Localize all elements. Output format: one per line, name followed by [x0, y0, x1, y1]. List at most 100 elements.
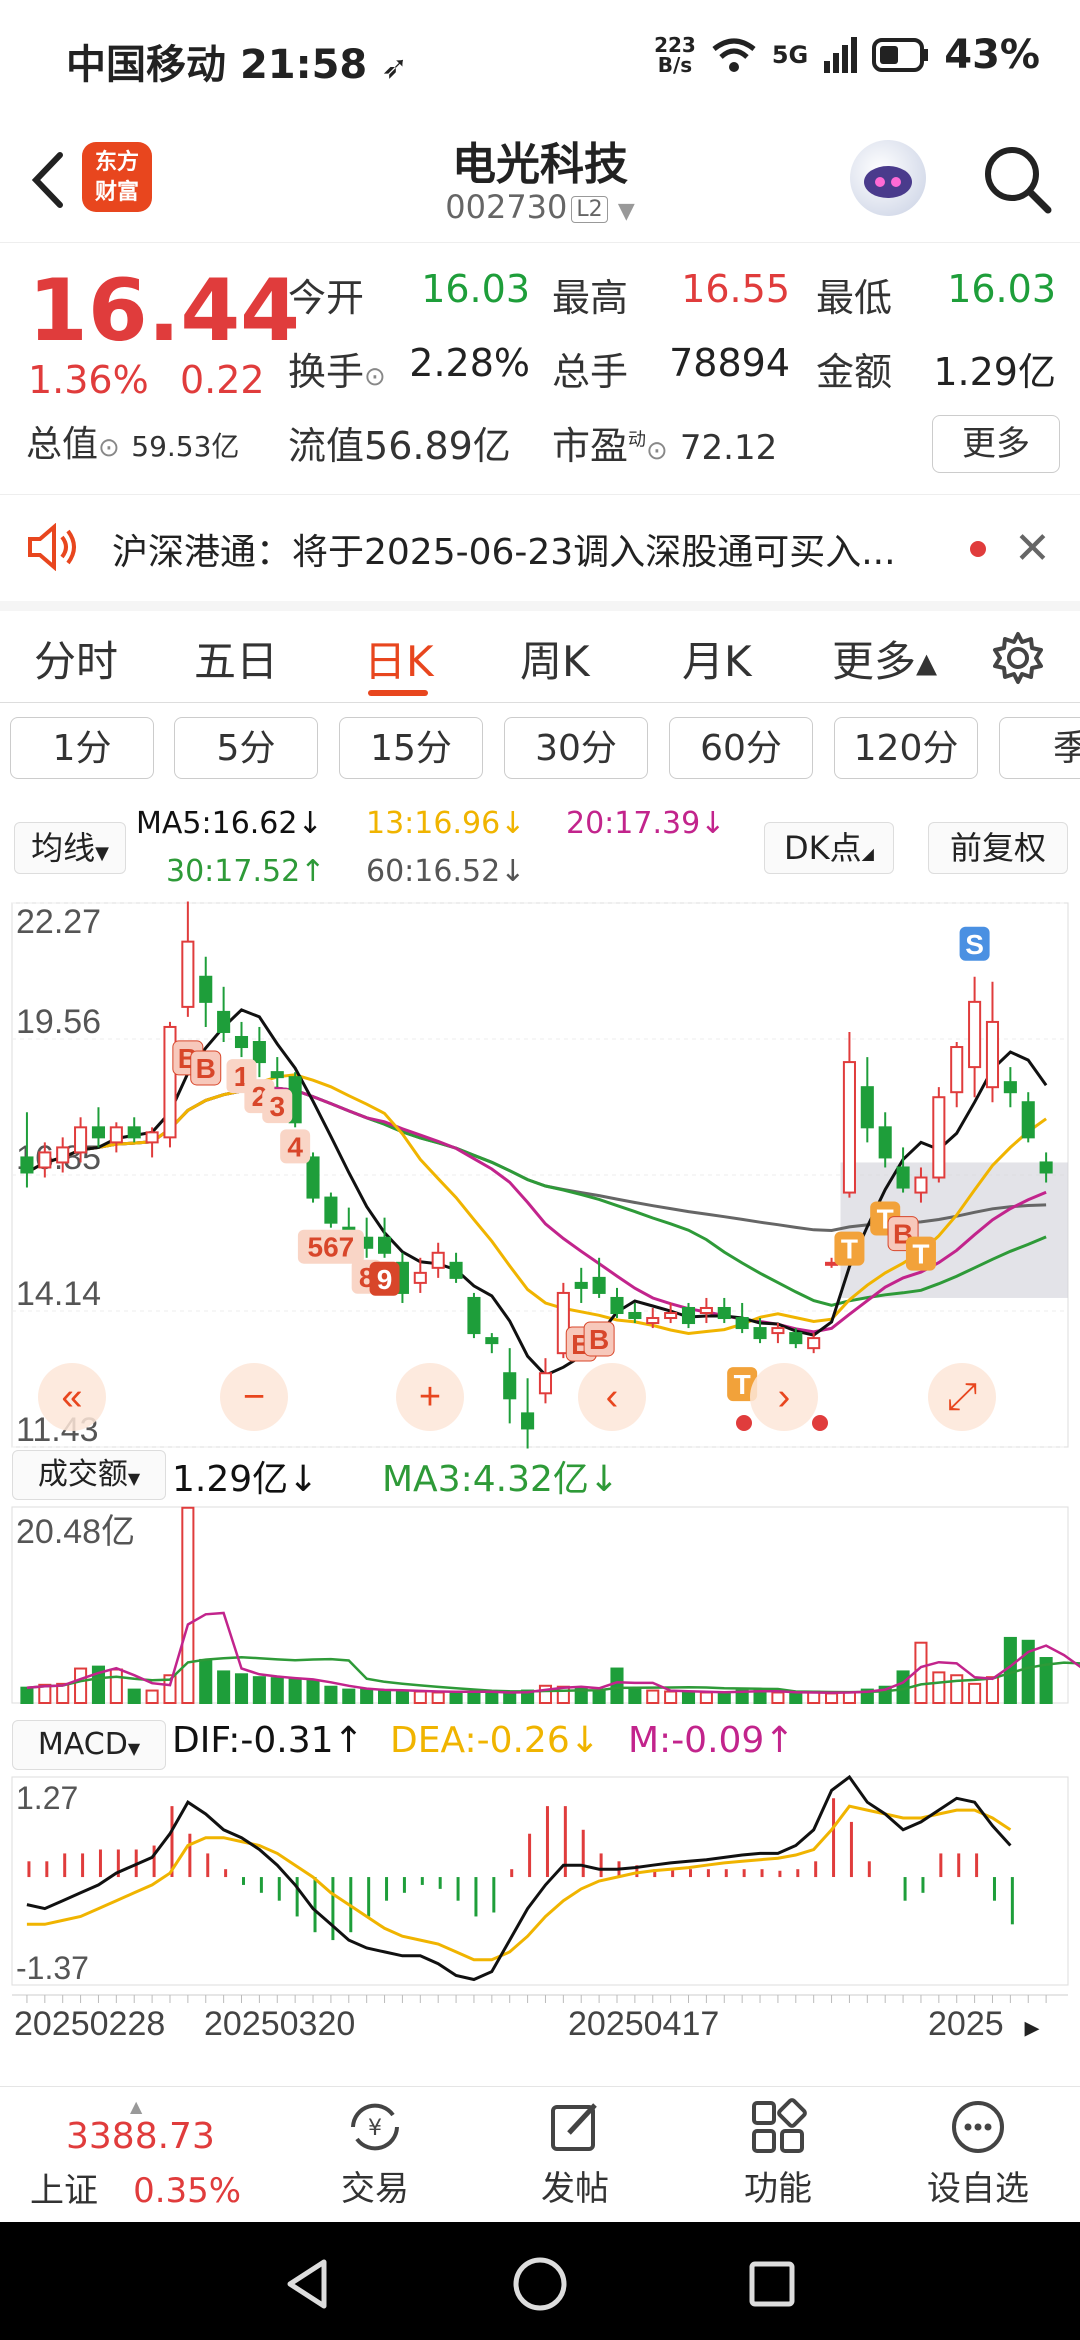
gear-icon[interactable]	[990, 630, 1046, 686]
volume-axis-label: 20.48亿	[16, 1513, 135, 1551]
robot-icon	[864, 166, 912, 198]
volume-value: 1.29亿↓	[172, 1459, 319, 1500]
unread-dot	[970, 541, 986, 557]
volume-bar	[825, 1692, 839, 1704]
volume-bar	[950, 1674, 964, 1704]
notice-bar[interactable]: 沪深港通：将于2025-06-23调入深股通可买入... ✕	[0, 494, 1080, 611]
tab-intraday[interactable]: 分时	[34, 628, 118, 689]
float-value: 56.89亿	[364, 424, 511, 468]
interval-120min[interactable]: 120分	[834, 717, 978, 779]
tab-more[interactable]: 更多▴	[832, 628, 937, 689]
candle-body	[234, 1035, 249, 1049]
recents-square-icon[interactable]	[744, 2256, 800, 2312]
candle-body	[664, 1312, 678, 1320]
volume-bar	[467, 1690, 481, 1704]
candle-body	[825, 1261, 839, 1266]
interval-15min[interactable]: 15分	[339, 717, 483, 779]
macd-axis-bottom: -1.37	[16, 1950, 89, 1986]
interval-1min[interactable]: 1分	[10, 717, 154, 779]
signal-marker-label: S	[965, 929, 984, 960]
forward-adjust-button[interactable]: 前复权	[928, 822, 1068, 874]
wifi-icon	[712, 38, 756, 72]
candle-body	[306, 1156, 320, 1199]
battery-icon	[872, 38, 929, 72]
date-axis-label: 2025	[928, 2005, 1004, 2043]
corner-triangle-icon: ◢	[861, 844, 874, 863]
total-value-group: 总值⊙ 59.53亿	[26, 415, 239, 467]
turnover-label: 换手⊙	[288, 341, 386, 396]
svg-text:¥: ¥	[368, 2116, 382, 2141]
candle-body	[324, 1196, 338, 1224]
volume-bar	[771, 1691, 785, 1704]
search-icon[interactable]	[976, 138, 1056, 218]
volume-bar	[74, 1667, 88, 1704]
candle-body	[968, 1000, 982, 1069]
macd-selector[interactable]: MACD▼	[12, 1720, 166, 1770]
tab-five-day[interactable]: 五日	[194, 628, 278, 689]
interval-30min[interactable]: 30分	[504, 717, 648, 779]
volume-bar	[324, 1685, 338, 1704]
volume-bar	[717, 1691, 731, 1704]
nav-post-label: 发帖	[541, 2169, 609, 2209]
candle-body	[860, 1086, 874, 1129]
chevron-down-icon: ▼	[617, 199, 635, 224]
ma-selector[interactable]: 均线▼	[14, 822, 126, 874]
signal-marker-label: B	[589, 1324, 609, 1355]
tab-daily-k[interactable]: 日K	[364, 628, 434, 689]
last-price: 16.44	[28, 261, 301, 361]
nav-post[interactable]: 发帖	[500, 2097, 650, 2210]
volume-bar	[681, 1690, 696, 1704]
interval-5min[interactable]: 5分	[174, 717, 318, 779]
robot-assistant-avatar[interactable]	[850, 140, 926, 216]
fullscreen-button-glyph: ⤢	[947, 1376, 977, 1418]
range-dot-right	[812, 1415, 828, 1431]
date-axis-label: 20250228	[14, 2005, 165, 2043]
ma60-legend: 60:16.52↓	[366, 854, 526, 889]
nav-functions[interactable]: 功能	[703, 2097, 853, 2210]
close-icon[interactable]: ✕	[1014, 523, 1051, 574]
candle-body	[735, 1317, 749, 1330]
carrier-name: 中国移动	[66, 42, 226, 88]
dropdown-icon: ▼	[127, 1469, 141, 1488]
tab-monthly-k[interactable]: 月K	[682, 628, 752, 689]
candle-body	[807, 1337, 821, 1350]
more-quote-button[interactable]: 更多	[932, 415, 1060, 473]
candle-body	[413, 1271, 427, 1284]
macd-panel-frame	[11, 1776, 1069, 1986]
index-change: 0.35%	[133, 2171, 242, 2211]
volume-label: 总手	[552, 350, 629, 394]
change-percent: 1.36%	[28, 358, 149, 402]
net-speed: 223 B/s	[654, 35, 696, 75]
volume-selector[interactable]: 成交额▼	[12, 1450, 166, 1500]
nav-trade[interactable]: ¥ 交易	[300, 2097, 450, 2210]
macd-m: M:-0.09↑	[628, 1720, 795, 1761]
nav-trade-label: 交易	[341, 2169, 409, 2209]
price-axis-label: 14.14	[16, 1275, 101, 1313]
candle-body	[1021, 1101, 1035, 1139]
level2-badge: L2	[571, 195, 608, 223]
signal-icon	[824, 37, 858, 73]
candle-body	[771, 1327, 785, 1335]
volume-bar	[932, 1671, 946, 1704]
tab-weekly-k[interactable]: 周K	[520, 628, 590, 689]
volume-bar	[914, 1641, 928, 1704]
volume-panel: 20.48亿	[11, 1506, 1080, 1704]
info-icon: ⊙	[364, 362, 386, 392]
candle-body	[449, 1261, 463, 1279]
volume-bar	[252, 1676, 266, 1704]
status-right: 223 B/s 5G 43%	[654, 32, 1040, 78]
home-circle-icon[interactable]	[510, 2254, 570, 2314]
nav-watchlist[interactable]: 设自选	[903, 2097, 1053, 2210]
ma13-legend: 13:16.96↓	[366, 806, 526, 841]
candle-body	[74, 1126, 88, 1154]
send-icon: ➶	[381, 48, 409, 86]
interval-60min[interactable]: 60分	[669, 717, 813, 779]
net-speed-unit: B/s	[657, 53, 693, 77]
dropdown-icon: ▼	[127, 1739, 141, 1758]
volume-bar	[217, 1670, 231, 1704]
dk-point-button[interactable]: DK点◢	[764, 822, 894, 874]
back-triangle-icon[interactable]	[280, 2256, 336, 2312]
index-ticker[interactable]: ▲ 3388.73 上证 0.35%	[30, 2097, 270, 2212]
interval-quarter[interactable]: 季	[999, 717, 1080, 779]
volume-bar	[270, 1677, 284, 1704]
